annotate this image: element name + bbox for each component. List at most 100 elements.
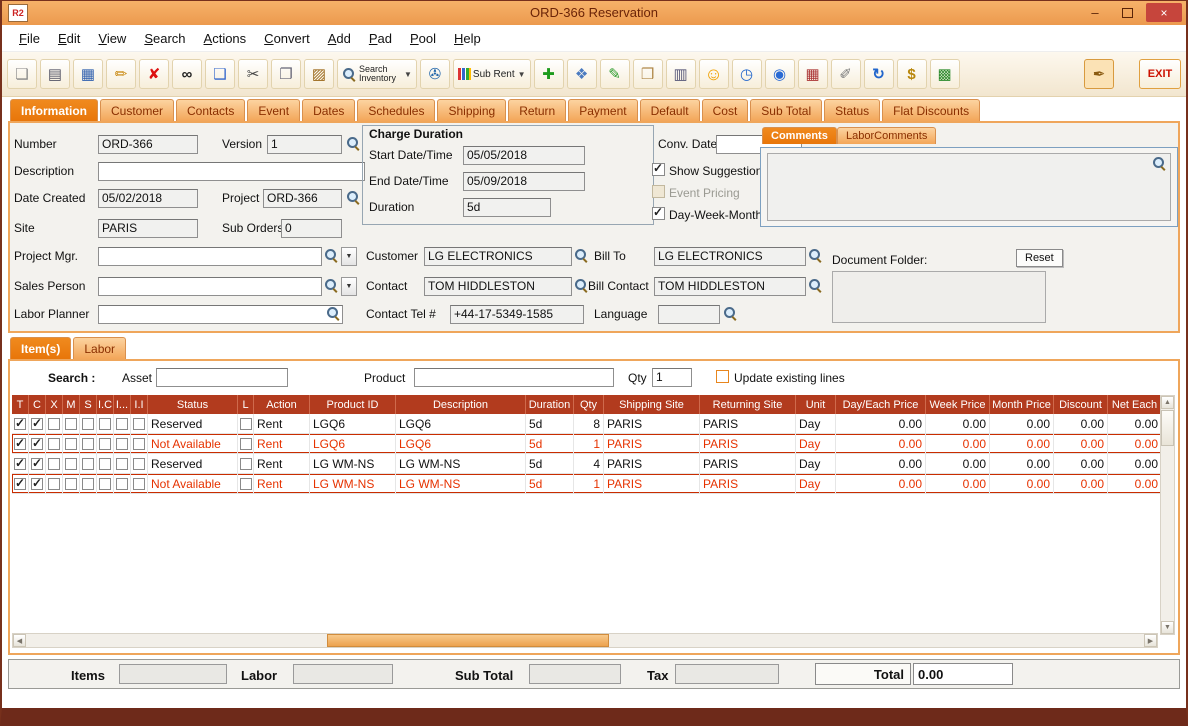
search-document-button[interactable]: ❑ bbox=[205, 59, 235, 89]
col-product-id[interactable]: Product ID bbox=[310, 395, 396, 414]
paste-button[interactable]: ▨ bbox=[304, 59, 334, 89]
table-row[interactable]: Reserved Rent LG WM-NS LG WM-NS 5d 4 PAR… bbox=[12, 454, 1162, 474]
col-s[interactable]: S bbox=[80, 395, 97, 414]
document-folder-box[interactable] bbox=[832, 271, 1046, 323]
status-cubes-button[interactable]: ▩ bbox=[930, 59, 960, 89]
start-date-field[interactable]: 05/05/2018 bbox=[463, 146, 585, 165]
menu-pad[interactable]: Pad bbox=[360, 27, 401, 50]
end-date-field[interactable]: 05/09/2018 bbox=[463, 172, 585, 191]
row-checkbox[interactable] bbox=[31, 418, 43, 430]
version-field[interactable]: 1 bbox=[267, 135, 342, 154]
menu-search[interactable]: Search bbox=[135, 27, 194, 50]
menu-add[interactable]: Add bbox=[319, 27, 360, 50]
edit-button[interactable]: ✏ bbox=[106, 59, 136, 89]
sales-person-search-icon[interactable] bbox=[324, 278, 339, 293]
tab-labor[interactable]: Labor bbox=[73, 337, 126, 359]
row-checkbox[interactable] bbox=[65, 438, 77, 450]
event-pricing-checkbox[interactable] bbox=[652, 185, 665, 198]
search-inventory-button[interactable]: Search Inventory ▼ bbox=[337, 59, 417, 89]
horizontal-scroll-thumb[interactable] bbox=[327, 634, 609, 647]
col-unit[interactable]: Unit bbox=[796, 395, 836, 414]
menu-file[interactable]: File bbox=[10, 27, 49, 50]
horizontal-scrollbar[interactable]: ◀ ▶ bbox=[12, 633, 1158, 648]
tab-customer[interactable]: Customer bbox=[100, 99, 174, 121]
scroll-down-icon[interactable]: ▼ bbox=[1161, 621, 1174, 634]
sales-person-field[interactable] bbox=[98, 277, 322, 296]
row-checkbox[interactable] bbox=[31, 438, 43, 450]
row-checkbox[interactable] bbox=[240, 458, 252, 470]
title-bar[interactable]: R2 ORD-366 Reservation – × bbox=[2, 1, 1186, 25]
cut-button[interactable]: ✂ bbox=[238, 59, 268, 89]
customer-search-icon[interactable] bbox=[574, 248, 589, 263]
row-checkbox[interactable] bbox=[82, 418, 94, 430]
version-search-icon[interactable] bbox=[346, 136, 361, 151]
duration-field[interactable]: 5d bbox=[463, 198, 551, 217]
tab-information[interactable]: Information bbox=[10, 99, 98, 121]
scroll-left-icon[interactable]: ◀ bbox=[13, 634, 26, 647]
row-checkbox[interactable] bbox=[65, 418, 77, 430]
tab-schedules[interactable]: Schedules bbox=[357, 99, 435, 121]
tab-contacts[interactable]: Contacts bbox=[176, 99, 245, 121]
row-checkbox[interactable] bbox=[133, 478, 145, 490]
tab-event[interactable]: Event bbox=[247, 99, 300, 121]
delete-button[interactable]: ✘ bbox=[139, 59, 169, 89]
sales-person-dropdown[interactable]: ▼ bbox=[341, 277, 357, 296]
bill-to-search-icon[interactable] bbox=[808, 248, 823, 263]
labor-planner-field[interactable] bbox=[98, 305, 343, 324]
col-shipping-site[interactable]: Shipping Site bbox=[604, 395, 700, 414]
product-search-input[interactable] bbox=[414, 368, 614, 387]
col-i1[interactable]: I... bbox=[114, 395, 131, 414]
tab-status[interactable]: Status bbox=[824, 99, 880, 121]
row-checkbox[interactable] bbox=[99, 478, 111, 490]
find-button[interactable]: ∞ bbox=[172, 59, 202, 89]
tab-return[interactable]: Return bbox=[508, 99, 566, 121]
bill-contact-field[interactable]: TOM HIDDLESTON bbox=[654, 277, 806, 296]
new-button[interactable]: ❏ bbox=[7, 59, 37, 89]
row-checkbox[interactable] bbox=[133, 418, 145, 430]
col-c[interactable]: C bbox=[29, 395, 46, 414]
cards-button[interactable]: ❒ bbox=[633, 59, 663, 89]
comments-textarea[interactable] bbox=[767, 153, 1171, 221]
language-field[interactable] bbox=[658, 305, 720, 324]
money-button[interactable]: $ bbox=[897, 59, 927, 89]
row-checkbox[interactable] bbox=[240, 438, 252, 450]
add-item-button[interactable]: ✚ bbox=[534, 59, 564, 89]
col-l[interactable]: L bbox=[238, 395, 254, 414]
row-checkbox[interactable] bbox=[116, 418, 128, 430]
tab-cost[interactable]: Cost bbox=[702, 99, 749, 121]
tab-comments[interactable]: Comments bbox=[762, 127, 837, 144]
labor-notes-button[interactable]: ✐ bbox=[831, 59, 861, 89]
asset-search-input[interactable] bbox=[156, 368, 288, 387]
refresh-button[interactable]: ↻ bbox=[864, 59, 894, 89]
clock-button[interactable]: ◷ bbox=[732, 59, 762, 89]
row-checkbox[interactable] bbox=[65, 458, 77, 470]
smiley-button[interactable]: ☺ bbox=[699, 59, 729, 89]
row-checkbox[interactable] bbox=[14, 478, 26, 490]
contact-field[interactable]: TOM HIDDLESTON bbox=[424, 277, 572, 296]
project-search-icon[interactable] bbox=[346, 190, 361, 205]
maximize-button[interactable] bbox=[1114, 3, 1140, 22]
row-checkbox[interactable] bbox=[82, 478, 94, 490]
row-checkbox[interactable] bbox=[31, 478, 43, 490]
print-preview-button[interactable]: ▥ bbox=[666, 59, 696, 89]
date-created-field[interactable]: 05/02/2018 bbox=[98, 189, 198, 208]
col-day-each-price[interactable]: Day/Each Price bbox=[836, 395, 926, 414]
inventory-cubes-button[interactable]: ▦ bbox=[798, 59, 828, 89]
tab-sub-total[interactable]: Sub Total bbox=[750, 99, 822, 121]
groups-button[interactable]: ❖ bbox=[567, 59, 597, 89]
table-row-unavailable[interactable]: Not Available Rent LGQ6 LGQ6 5d 1 PARIS … bbox=[12, 434, 1162, 454]
tab-default[interactable]: Default bbox=[640, 99, 700, 121]
row-checkbox[interactable] bbox=[116, 478, 128, 490]
row-checkbox[interactable] bbox=[14, 438, 26, 450]
highlighter-button[interactable]: ✒ bbox=[1084, 59, 1114, 89]
bill-contact-search-icon[interactable] bbox=[808, 278, 823, 293]
pool-button[interactable]: ✇ bbox=[420, 59, 450, 89]
col-week-price[interactable]: Week Price bbox=[926, 395, 990, 414]
menu-edit[interactable]: Edit bbox=[49, 27, 89, 50]
row-checkbox[interactable] bbox=[48, 458, 60, 470]
row-checkbox[interactable] bbox=[82, 458, 94, 470]
close-button[interactable]: × bbox=[1146, 3, 1182, 22]
project-mgr-search-icon[interactable] bbox=[324, 248, 339, 263]
scroll-up-icon[interactable]: ▲ bbox=[1161, 396, 1174, 409]
row-checkbox[interactable] bbox=[133, 438, 145, 450]
